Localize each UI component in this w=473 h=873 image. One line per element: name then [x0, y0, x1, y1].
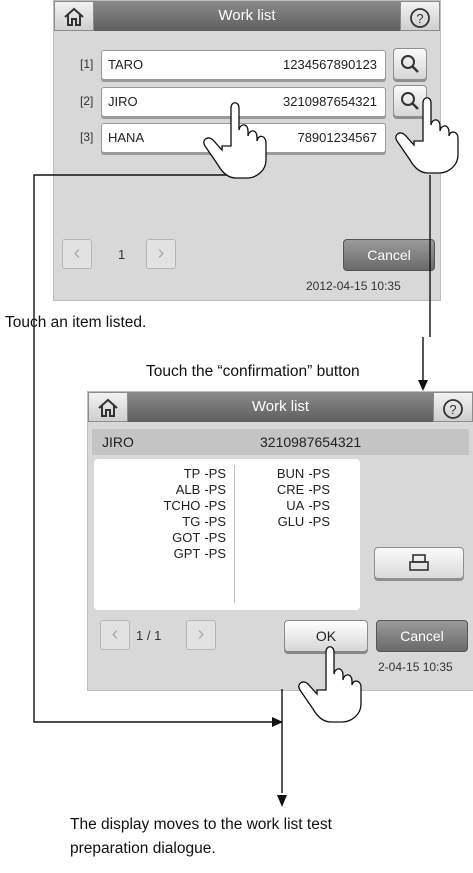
search-icon [401, 55, 419, 73]
test-item: BUN -PS [276, 466, 330, 481]
column-divider [234, 465, 235, 603]
row-index: [1] [80, 57, 94, 71]
svg-text:?: ? [416, 11, 423, 26]
timestamp: 2-04-15 10:35 [378, 660, 453, 674]
confirm-button[interactable] [393, 48, 427, 80]
test-item: GPT -PS [173, 546, 226, 561]
test-item: GOT -PS [172, 530, 226, 545]
timestamp: 2012-04-15 10:35 [306, 279, 401, 293]
row-index: [2] [80, 94, 94, 108]
caption-touch-confirm: Touch the “confirmation” button [146, 363, 360, 380]
test-item: ALB -PS [175, 482, 226, 497]
caption-touch-item: Touch an item listed. [5, 314, 147, 331]
screen-title: Work list [218, 7, 276, 24]
cancel-button[interactable]: Cancel [376, 620, 468, 652]
prev-page-button[interactable]: ‹ [100, 620, 130, 650]
caption-result-line2: preparation dialogue. [70, 840, 216, 857]
row-index: [3] [80, 130, 94, 144]
next-page-button[interactable]: › [146, 239, 176, 269]
test-item: UA -PS [286, 498, 330, 513]
chevron-right-icon: › [197, 623, 205, 645]
prev-page-button[interactable]: ‹ [62, 239, 92, 269]
caption-result-line1: The display moves to the work list test [70, 816, 332, 833]
patient-name: TARO [108, 57, 144, 72]
svg-text:?: ? [449, 402, 456, 417]
help-button[interactable]: ? [433, 392, 473, 422]
test-item: CRE -PS [276, 482, 330, 497]
chevron-left-icon: ‹ [73, 242, 81, 264]
print-icon [409, 554, 429, 571]
test-list-right: BUN -PS CRE -PS UA -PS GLU -PS [236, 466, 330, 530]
search-icon [401, 92, 419, 110]
patient-id: 1234567890123 [283, 57, 377, 72]
print-button[interactable] [374, 547, 464, 579]
chevron-right-icon: › [157, 242, 165, 264]
page-number: 1 [118, 247, 126, 262]
patient-id: 3210987654321 [260, 434, 362, 450]
test-item: GLU -PS [277, 514, 330, 529]
screen-title: Work list [251, 398, 310, 415]
test-list-left: TP -PS ALB -PS TCHO -PS TG -PS GOT -PS GPT -PS [102, 466, 226, 562]
chevron-left-icon: ‹ [111, 623, 119, 645]
test-item: TG -PS [182, 514, 226, 529]
cancel-button[interactable]: Cancel [343, 239, 435, 271]
page-indicator: 1 / 1 [136, 628, 162, 643]
help-icon: ? [410, 8, 430, 28]
patient-name: JIRO [102, 434, 134, 450]
test-item: TP -PS [183, 466, 226, 481]
work-list-screen: Work list ? [1] TARO 1234567890123 [2] J… [53, 0, 441, 301]
title-bar: Work list ? [54, 1, 440, 31]
list-item[interactable]: TARO 1234567890123 [101, 50, 386, 80]
confirmation-screen: Work list ? JIRO 3210987654321 TP -PS ALB… [87, 391, 473, 691]
ok-button[interactable]: OK [284, 620, 368, 652]
patient-id: 3210987654321 [283, 94, 377, 109]
patient-name: JIRO [108, 94, 138, 109]
patient-name: HANA [108, 130, 145, 145]
list-item[interactable]: JIRO 3210987654321 [101, 87, 386, 117]
test-item: TCHO -PS [163, 498, 226, 513]
help-button[interactable]: ? [400, 1, 440, 31]
patient-header: JIRO 3210987654321 [92, 429, 469, 455]
list-item[interactable]: HANA 78901234567 [101, 123, 386, 153]
confirm-button[interactable] [393, 85, 427, 117]
title-bar: Work list ? [88, 392, 473, 422]
patient-id: 78901234567 [297, 130, 377, 145]
test-items-panel: TP -PS ALB -PS TCHO -PS TG -PS GOT -PS GPT -PS… [94, 459, 360, 610]
help-icon: ? [443, 399, 463, 419]
next-page-button[interactable]: › [186, 620, 216, 650]
